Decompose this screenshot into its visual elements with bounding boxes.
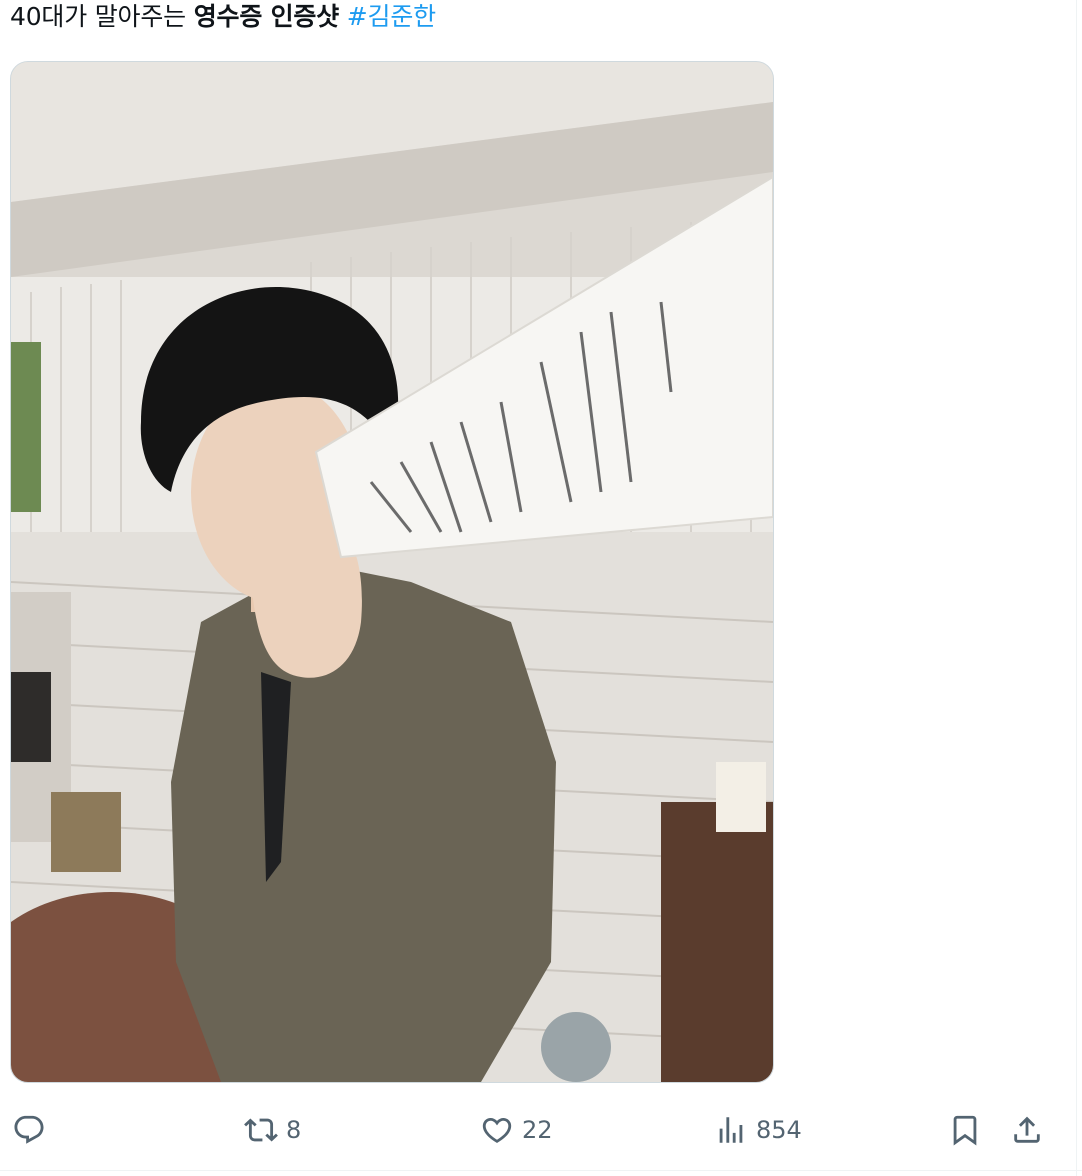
photo-candle (716, 762, 766, 832)
tweet-text-space (339, 2, 347, 31)
reply-icon (14, 1115, 44, 1144)
share-button[interactable] (1010, 1104, 1044, 1156)
photo-lamp (541, 1012, 611, 1082)
bookmark-icon (953, 1115, 977, 1146)
hashtag-link[interactable]: #김준한 (347, 2, 436, 31)
share-icon (1014, 1116, 1040, 1143)
photo-chair (661, 802, 773, 1082)
views-button[interactable]: 854 (714, 1104, 802, 1156)
divider (0, 1170, 1082, 1171)
reply-button[interactable] (12, 1104, 54, 1156)
action-bar: 8 22 854 (0, 1104, 1082, 1156)
retweet-icon (244, 1118, 278, 1142)
heart-icon (482, 1117, 512, 1143)
photo-illustration (11, 62, 773, 1082)
like-count: 22 (522, 1116, 553, 1144)
column-border (1076, 0, 1077, 1176)
views-count: 854 (756, 1116, 802, 1144)
tweet-photo[interactable] (10, 61, 774, 1083)
tweet-text-bold: 영수증 인증샷 (193, 2, 340, 31)
tweet: 40대가 말아주는 영수증 인증샷 #김준한 8 22 854 (0, 0, 1082, 1176)
retweet-count: 8 (286, 1116, 302, 1144)
bookmark-button[interactable] (948, 1104, 982, 1156)
tweet-text: 40대가 말아주는 영수증 인증샷 #김준한 (10, 0, 436, 36)
photo-box (51, 792, 121, 872)
like-button[interactable]: 22 (480, 1104, 553, 1156)
photo-plant (11, 342, 41, 512)
photo-bag (11, 672, 51, 762)
photo-shirt (171, 562, 556, 1082)
retweet-button[interactable]: 8 (244, 1104, 301, 1156)
views-icon (719, 1117, 743, 1143)
tweet-text-plain: 40대가 말아주는 (10, 2, 194, 31)
